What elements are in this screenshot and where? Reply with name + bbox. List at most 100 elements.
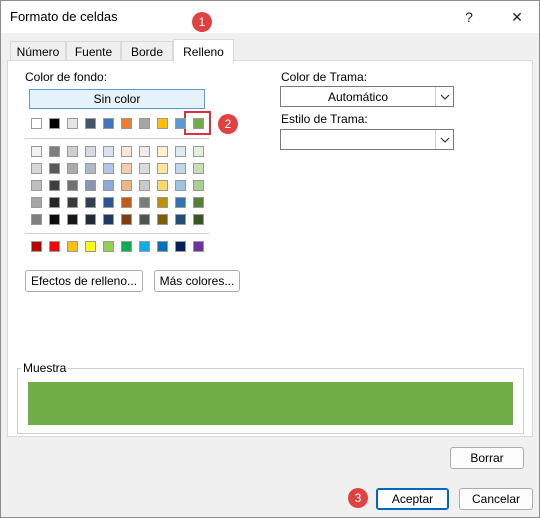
theme-tint-swatch[interactable] <box>139 180 150 191</box>
theme-tint-swatch[interactable] <box>31 214 42 225</box>
theme-color-swatch[interactable] <box>49 118 60 129</box>
theme-tint-swatch[interactable] <box>85 180 96 191</box>
theme-tint-swatch[interactable] <box>49 214 60 225</box>
tab-label: Relleno <box>183 44 224 59</box>
theme-tint-swatch[interactable] <box>175 146 186 157</box>
theme-tint-swatch[interactable] <box>67 197 78 208</box>
theme-tint-swatch[interactable] <box>85 214 96 225</box>
theme-tint-swatch[interactable] <box>67 163 78 174</box>
tab-numero[interactable]: Número <box>10 41 66 61</box>
fill-effects-button[interactable]: Efectos de relleno... <box>25 270 143 292</box>
theme-tint-swatch[interactable] <box>139 163 150 174</box>
theme-color-swatch[interactable] <box>67 118 78 129</box>
standard-color-swatch[interactable] <box>175 241 186 252</box>
standard-color-swatch[interactable] <box>157 241 168 252</box>
callout-badge-3: 3 <box>348 488 368 508</box>
theme-tint-swatch[interactable] <box>85 163 96 174</box>
theme-tint-swatch[interactable] <box>103 214 114 225</box>
theme-tint-swatch[interactable] <box>139 214 150 225</box>
theme-tint-swatch[interactable] <box>49 146 60 157</box>
theme-tint-swatch[interactable] <box>31 197 42 208</box>
theme-tint-swatch[interactable] <box>193 163 204 174</box>
standard-color-swatch[interactable] <box>193 241 204 252</box>
theme-tint-swatch[interactable] <box>103 197 114 208</box>
theme-tint-swatch[interactable] <box>175 163 186 174</box>
tab-label: Fuente <box>74 44 113 59</box>
chevron-down-icon <box>435 87 453 106</box>
theme-tint-swatch[interactable] <box>121 180 132 191</box>
theme-tint-swatch[interactable] <box>103 163 114 174</box>
close-icon: ✕ <box>511 8 523 25</box>
theme-tint-swatch[interactable] <box>31 180 42 191</box>
theme-tint-swatch[interactable] <box>157 163 168 174</box>
theme-tint-swatch[interactable] <box>193 214 204 225</box>
theme-color-swatch[interactable] <box>31 118 42 129</box>
theme-color-swatch[interactable] <box>103 118 114 129</box>
clear-label: Borrar <box>470 451 504 465</box>
standard-color-swatch[interactable] <box>103 241 114 252</box>
theme-tint-swatch[interactable] <box>121 163 132 174</box>
theme-tint-swatch[interactable] <box>31 146 42 157</box>
theme-tint-swatch[interactable] <box>103 180 114 191</box>
pattern-style-value <box>281 130 435 149</box>
theme-tint-swatch[interactable] <box>49 163 60 174</box>
theme-tint-swatch[interactable] <box>67 180 78 191</box>
theme-tint-swatch[interactable] <box>175 180 186 191</box>
theme-tint-swatch[interactable] <box>139 197 150 208</box>
theme-tint-swatch[interactable] <box>175 214 186 225</box>
theme-tint-swatch[interactable] <box>121 197 132 208</box>
palette-separator <box>25 138 209 139</box>
fill-effects-label: Efectos de relleno... <box>30 274 138 288</box>
theme-color-swatch[interactable] <box>193 118 204 129</box>
chevron-down-icon <box>435 130 453 149</box>
theme-tint-swatch[interactable] <box>31 163 42 174</box>
clear-button[interactable]: Borrar <box>450 447 524 469</box>
theme-tint-swatch[interactable] <box>157 214 168 225</box>
tab-borde[interactable]: Borde <box>121 41 173 61</box>
theme-tint-swatch[interactable] <box>49 197 60 208</box>
no-color-button[interactable]: Sin color <box>29 89 205 109</box>
theme-tint-swatch[interactable] <box>193 197 204 208</box>
theme-tint-swatch[interactable] <box>67 214 78 225</box>
theme-tint-swatch[interactable] <box>193 180 204 191</box>
cancel-button[interactable]: Cancelar <box>459 488 533 510</box>
pattern-color-select[interactable]: Automático <box>280 86 454 107</box>
theme-tint-swatch[interactable] <box>121 214 132 225</box>
sample-preview <box>28 382 513 425</box>
theme-tint-swatch[interactable] <box>103 146 114 157</box>
theme-color-swatch[interactable] <box>139 118 150 129</box>
theme-tint-swatch[interactable] <box>157 146 168 157</box>
standard-color-swatch[interactable] <box>67 241 78 252</box>
standard-color-swatch[interactable] <box>139 241 150 252</box>
theme-tint-swatch[interactable] <box>193 146 204 157</box>
theme-tint-swatch[interactable] <box>85 197 96 208</box>
more-colors-button[interactable]: Más colores... <box>154 270 240 292</box>
standard-color-swatch[interactable] <box>31 241 42 252</box>
close-button[interactable]: ✕ <box>497 1 537 33</box>
pattern-style-select[interactable] <box>280 129 454 150</box>
callout-badge-1: 1 <box>192 12 212 32</box>
pattern-color-value: Automático <box>327 89 389 104</box>
ok-button[interactable]: Aceptar <box>376 488 449 510</box>
callout-badge-2: 2 <box>218 114 238 134</box>
theme-tint-swatch[interactable] <box>49 180 60 191</box>
tab-relleno[interactable]: Relleno <box>173 39 234 63</box>
theme-tint-swatch[interactable] <box>67 146 78 157</box>
ok-label: Aceptar <box>391 492 434 506</box>
theme-tint-swatch[interactable] <box>175 197 186 208</box>
background-color-label: Color de fondo: <box>25 70 107 84</box>
help-button[interactable]: ? <box>449 1 489 33</box>
theme-color-swatch[interactable] <box>175 118 186 129</box>
theme-color-swatch[interactable] <box>121 118 132 129</box>
theme-tint-swatch[interactable] <box>139 146 150 157</box>
standard-color-swatch[interactable] <box>121 241 132 252</box>
theme-tint-swatch[interactable] <box>157 197 168 208</box>
theme-tint-swatch[interactable] <box>157 180 168 191</box>
theme-tint-swatch[interactable] <box>85 146 96 157</box>
standard-color-swatch[interactable] <box>85 241 96 252</box>
theme-color-swatch[interactable] <box>85 118 96 129</box>
tab-fuente[interactable]: Fuente <box>66 41 121 61</box>
theme-tint-swatch[interactable] <box>121 146 132 157</box>
theme-color-swatch[interactable] <box>157 118 168 129</box>
standard-color-swatch[interactable] <box>49 241 60 252</box>
